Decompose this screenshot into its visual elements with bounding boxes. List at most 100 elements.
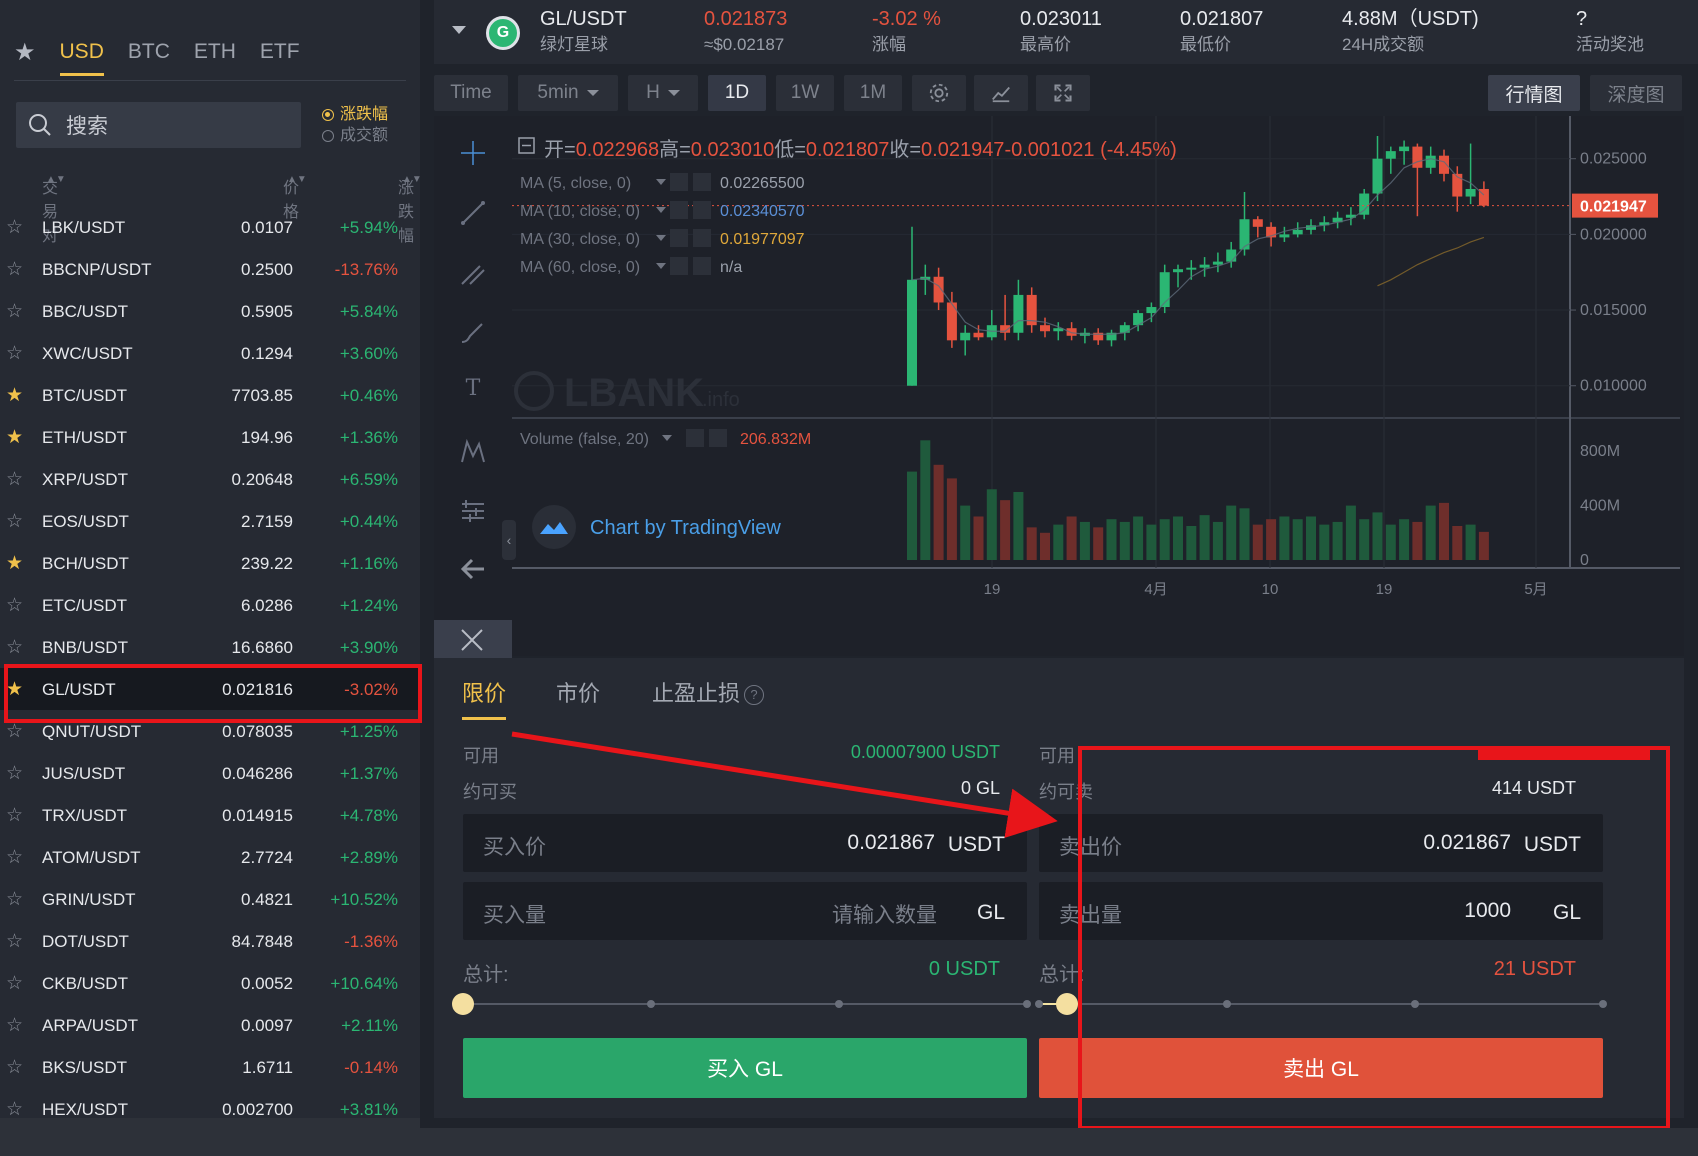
pair-row[interactable]: ☆ BBCNP/USDT 0.2500 -13.76% [0, 248, 420, 290]
chart-style-select[interactable]: H [628, 75, 698, 111]
slider-handle[interactable] [1056, 993, 1079, 1015]
price-chart[interactable]: T ‹ 19 4月 10 19 5月 0.025000 0.020000 0.015000 0.… [434, 116, 1684, 660]
sort-by-change[interactable]: 涨跌幅 [322, 104, 388, 125]
slider-step[interactable] [646, 1000, 655, 1008]
candlestick-chart[interactable]: 19 4月 10 19 5月 0.025000 0.020000 0.015000 0.0100… [512, 116, 1684, 656]
help-icon[interactable]: ? [744, 685, 765, 705]
indicators-button[interactable] [974, 75, 1028, 111]
text-tool-icon[interactable]: T [458, 376, 488, 406]
buy-price-input[interactable]: 买入价 0.021867 USDT [463, 814, 1027, 872]
pair-row[interactable]: ★ BCH/USDT 239.22 +1.16% [0, 542, 420, 584]
chevron-down-icon[interactable] [656, 179, 666, 185]
favorite-star-icon[interactable]: ☆ [6, 888, 23, 911]
favorite-star-icon[interactable]: ☆ [6, 846, 23, 869]
back-arrow-icon[interactable] [458, 554, 488, 584]
slider-step[interactable] [1035, 1000, 1043, 1008]
tab-btc[interactable]: BTC [128, 30, 170, 74]
hide-tools-button[interactable] [434, 620, 512, 660]
pair-row[interactable]: ☆ GRIN/USDT 0.4821 +10.52% [0, 878, 420, 920]
indicator-remove-icon[interactable] [693, 201, 711, 219]
tradingview-logo-icon[interactable] [532, 505, 576, 549]
indicator-settings-icon[interactable] [670, 229, 688, 247]
tab-limit-order[interactable]: 限价 [462, 676, 507, 720]
pair-row[interactable]: ☆ EOS/USDT 2.7159 +0.44% [0, 500, 420, 542]
measure-icon[interactable] [458, 496, 488, 526]
pair-row[interactable]: ☆ TRX/USDT 0.014915 +4.78% [0, 794, 420, 836]
tab-etf[interactable]: ETF [260, 30, 300, 74]
favorite-star-icon[interactable]: ☆ [6, 804, 23, 827]
pair-row[interactable]: ★ ETH/USDT 194.96 +1.36% [0, 416, 420, 458]
indicator-settings-icon[interactable] [686, 429, 704, 447]
chevron-down-icon[interactable] [656, 263, 666, 269]
pair-row[interactable]: ☆ BNB/USDT 16.6860 +3.90% [0, 626, 420, 668]
pair-row[interactable]: ☆ DOT/USDT 84.7848 -1.36% [0, 920, 420, 962]
indicator-remove-icon[interactable] [693, 257, 711, 275]
indicator-settings-icon[interactable] [670, 257, 688, 275]
pair-row[interactable]: ★ BTC/USDT 7703.85 +0.46% [0, 374, 420, 416]
slider-handle[interactable] [452, 993, 474, 1015]
favorite-star-icon[interactable]: ☆ [6, 258, 23, 281]
tab-eth[interactable]: ETH [194, 30, 236, 74]
sort-by-volume[interactable]: 成交额 [322, 125, 388, 146]
pair-row[interactable]: ☆ BBC/USDT 0.5905 +5.84% [0, 290, 420, 332]
favorite-star-icon[interactable]: ☆ [6, 930, 23, 953]
indicator-remove-icon[interactable] [693, 173, 711, 191]
tradingview-attribution[interactable]: Chart by TradingView [590, 517, 781, 539]
pair-row[interactable]: ☆ LBK/USDT 0.0107 +5.94% [0, 206, 420, 248]
favorite-star-icon[interactable]: ★ [6, 552, 23, 575]
favorite-star-icon[interactable]: ★ [6, 384, 23, 407]
tab-market-order[interactable]: 市价 [556, 676, 600, 708]
favorite-star-icon[interactable]: ☆ [6, 468, 23, 491]
indicator-label[interactable]: MA (10, close, 0) [520, 203, 640, 220]
pitchfork-icon[interactable] [458, 258, 488, 288]
pair-row[interactable]: ☆ CKB/USDT 0.0052 +10.64% [0, 962, 420, 1004]
settings-button[interactable] [912, 75, 966, 111]
slider-step[interactable] [834, 1000, 843, 1008]
tab-market-chart[interactable]: 行情图 [1488, 75, 1580, 111]
buy-amount-slider[interactable] [452, 993, 1031, 1015]
favorite-star-icon[interactable]: ☆ [6, 636, 23, 659]
pair-row[interactable]: ☆ ATOM/USDT 2.7724 +2.89% [0, 836, 420, 878]
pair-row[interactable]: ☆ XWC/USDT 0.1294 +3.60% [0, 332, 420, 374]
pair-row[interactable]: ☆ BKS/USDT 1.6711 -0.14% [0, 1046, 420, 1088]
tab-usd[interactable]: USD [59, 30, 105, 76]
pair-row[interactable]: ☆ ARPA/USDT 0.0097 +2.11% [0, 1004, 420, 1046]
brush-icon[interactable] [458, 318, 488, 348]
favorite-star-icon[interactable]: ☆ [6, 972, 23, 995]
favorite-star-icon[interactable]: ☆ [6, 1056, 23, 1079]
buy-button[interactable]: 买入 GL [463, 1038, 1027, 1098]
buy-amount-input[interactable]: 买入量 请输入数量 GL [463, 882, 1027, 940]
tab-depth-chart[interactable]: 深度图 [1590, 75, 1682, 111]
volume-indicator-label[interactable]: Volume (false, 20) [520, 431, 649, 448]
favorite-star-icon[interactable]: ☆ [6, 1014, 23, 1037]
indicator-settings-icon[interactable] [670, 201, 688, 219]
period-1d[interactable]: 1D [708, 75, 766, 111]
period-1m[interactable]: 1M [844, 75, 902, 111]
ticker-prize-pool[interactable]: ? 活动奖池 [1576, 6, 1644, 58]
search-input[interactable]: 搜索 [16, 102, 301, 148]
period-1w[interactable]: 1W [776, 75, 834, 111]
chevron-down-icon[interactable] [662, 435, 672, 441]
indicator-label[interactable]: MA (5, close, 0) [520, 175, 631, 192]
favorite-star-icon[interactable]: ☆ [6, 720, 23, 743]
time-button[interactable]: Time [434, 75, 508, 111]
pattern-icon[interactable] [458, 436, 488, 466]
chevron-down-icon[interactable] [656, 207, 666, 213]
indicator-label[interactable]: MA (60, close, 0) [520, 259, 640, 276]
favorite-star-icon[interactable]: ☆ [6, 510, 23, 533]
pair-row[interactable]: ☆ ETC/USDT 6.0286 +1.24% [0, 584, 420, 626]
crosshair-icon[interactable] [458, 138, 488, 168]
pair-row[interactable]: ☆ JUS/USDT 0.046286 +1.37% [0, 752, 420, 794]
indicator-remove-icon[interactable] [693, 229, 711, 247]
chevron-down-icon[interactable] [656, 235, 666, 241]
favorites-star-icon[interactable]: ★ [14, 38, 36, 67]
pair-row[interactable]: ☆ XRP/USDT 0.20648 +6.59% [0, 458, 420, 500]
favorite-star-icon[interactable]: ☆ [6, 300, 23, 323]
indicator-remove-icon[interactable] [709, 429, 727, 447]
favorite-star-icon[interactable]: ☆ [6, 342, 23, 365]
favorite-star-icon[interactable]: ☆ [6, 216, 23, 239]
interval-select[interactable]: 5min [518, 75, 618, 111]
indicator-label[interactable]: MA (30, close, 0) [520, 231, 640, 248]
tab-stop-order[interactable]: 止盈止损? [652, 676, 765, 708]
favorite-star-icon[interactable]: ★ [6, 426, 23, 449]
